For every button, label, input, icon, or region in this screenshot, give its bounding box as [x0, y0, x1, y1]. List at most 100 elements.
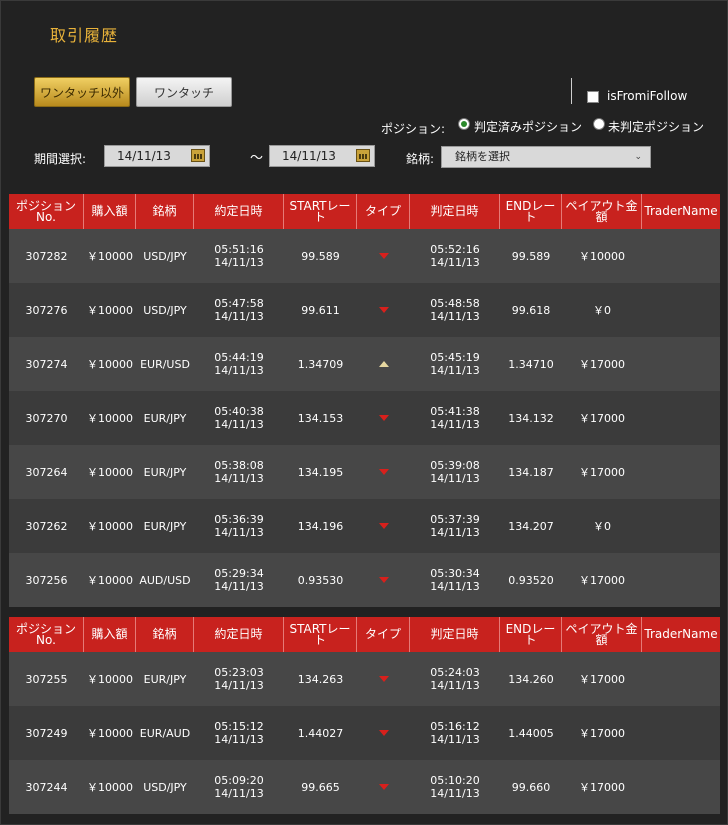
- cell-payout: ￥17000: [562, 337, 642, 391]
- cell-payout: ￥10000: [562, 229, 642, 283]
- column-header-exec-datetime: 約定日時: [194, 617, 284, 652]
- period-label: 期間選択:: [34, 152, 87, 166]
- judge-datetime-stack: 05:24:03 14/11/13: [430, 666, 479, 692]
- exec-datetime-stack: 05:09:20 14/11/13: [214, 774, 263, 800]
- cell-amount: ￥10000: [84, 391, 136, 445]
- cell-amount: ￥10000: [84, 499, 136, 553]
- amount-value: ￥10000: [87, 726, 133, 740]
- payout-value: ￥0: [593, 519, 611, 533]
- cell-judge-datetime: 05:37:39 14/11/13: [410, 499, 500, 553]
- amount-value: ￥10000: [87, 303, 133, 317]
- end-rate-value: 99.589: [511, 249, 551, 263]
- column-header-judge-datetime: 判定日時: [410, 194, 500, 229]
- end-rate-value: 99.660: [511, 780, 551, 794]
- cell-trader-name: [642, 337, 720, 391]
- judge-datetime-date: 14/11/13: [430, 580, 480, 593]
- symbol-select[interactable]: 銘柄を選択 ⌄: [441, 146, 651, 168]
- calendar-icon[interactable]: [191, 149, 205, 162]
- cell-exec-datetime: 05:29:34 14/11/13: [194, 553, 284, 607]
- column-header-trader-name: TraderName: [644, 627, 718, 641]
- cell-symbol: USD/JPY: [136, 283, 194, 337]
- exec-datetime-time: 05:40:38: [214, 405, 264, 418]
- start-rate-value: 134.196: [297, 519, 344, 533]
- table-row[interactable]: 307274 ￥10000 EUR/USD 05:44:19 14/11/13 1.347…: [9, 337, 720, 391]
- table-row[interactable]: 307255 ￥10000 EUR/JPY 05:23:03 14/11/13 134.2…: [9, 652, 720, 706]
- end-rate-value: 1.44005: [508, 726, 554, 740]
- is-from-ifollow-checkbox[interactable]: [587, 91, 599, 103]
- table-row[interactable]: 307276 ￥10000 USD/JPY 05:47:58 14/11/13 99.61…: [9, 283, 720, 337]
- radio-settled-position[interactable]: [458, 118, 470, 130]
- symbol-value: AUD/USD: [139, 573, 191, 587]
- judge-datetime-stack: 05:16:12 14/11/13: [430, 720, 479, 746]
- cell-end-rate: 99.618: [500, 283, 562, 337]
- judge-datetime-time: 05:24:03: [430, 666, 480, 679]
- cell-start-rate: 134.195: [284, 445, 357, 499]
- arrow-up-icon: [378, 361, 389, 367]
- date-to-value: 14/11/13: [282, 149, 336, 163]
- arrow-down-icon: [378, 253, 389, 259]
- cell-judge-datetime: 05:16:12 14/11/13: [410, 706, 500, 760]
- is-from-ifollow-label: isFromiFollow: [607, 89, 688, 103]
- exec-datetime-stack: 05:38:08 14/11/13: [214, 459, 263, 485]
- payout-value: ￥17000: [579, 672, 625, 686]
- cell-exec-datetime: 05:23:03 14/11/13: [194, 652, 284, 706]
- judge-datetime-date: 14/11/13: [430, 418, 480, 431]
- cell-end-rate: 99.589: [500, 229, 562, 283]
- amount-value: ￥10000: [87, 519, 133, 533]
- exec-datetime-time: 05:29:34: [214, 567, 264, 580]
- column-header-trader-name: TraderName: [644, 204, 718, 218]
- symbol-value: EUR/JPY: [143, 465, 187, 479]
- cell-exec-datetime: 05:09:20 14/11/13: [194, 760, 284, 814]
- judge-datetime-time: 05:30:34: [430, 567, 480, 580]
- column-header-position-no: ポジション No.: [9, 617, 84, 652]
- table-row[interactable]: 307282 ￥10000 USD/JPY 05:51:16 14/11/13 99.58…: [9, 229, 720, 283]
- cell-judge-datetime: 05:30:34 14/11/13: [410, 553, 500, 607]
- cell-trader-name: [642, 499, 720, 553]
- table-header: ポジション No. 購入額 銘柄 約定日時 STARTレー トタイプ 判定日時 ENDレー …: [9, 617, 720, 652]
- cell-amount: ￥10000: [84, 337, 136, 391]
- judge-datetime-date: 14/11/13: [430, 526, 480, 539]
- divider: [571, 78, 572, 104]
- table-row[interactable]: 307249 ￥10000 EUR/AUD 05:15:12 14/11/13 1.440…: [9, 706, 720, 760]
- cell-end-rate: 134.207: [500, 499, 562, 553]
- tab-non-one-touch[interactable]: ワンタッチ以外: [34, 77, 130, 107]
- date-to-input[interactable]: 14/11/13: [269, 145, 375, 167]
- cell-exec-datetime: 05:44:19 14/11/13: [194, 337, 284, 391]
- exec-datetime-date: 14/11/13: [214, 733, 264, 746]
- table-row[interactable]: 307262 ￥10000 EUR/JPY 05:36:39 14/11/13 134.1…: [9, 499, 720, 553]
- cell-payout: ￥17000: [562, 760, 642, 814]
- cell-end-rate: 0.93520: [500, 553, 562, 607]
- judge-datetime-time: 05:52:16: [430, 243, 480, 256]
- table-row[interactable]: 307244 ￥10000 USD/JPY 05:09:20 14/11/13 99.66…: [9, 760, 720, 814]
- judge-datetime-stack: 05:30:34 14/11/13: [430, 567, 479, 593]
- column-header-type: タイプ: [357, 617, 410, 652]
- start-rate-value: 1.34709: [297, 357, 344, 371]
- tab-one-touch[interactable]: ワンタッチ: [136, 77, 232, 107]
- judge-datetime-date: 14/11/13: [430, 472, 480, 485]
- cell-payout: ￥17000: [562, 706, 642, 760]
- radio-unsettled-position[interactable]: [593, 118, 605, 130]
- column-header-payout: ペイアウト金 額: [562, 617, 642, 652]
- table-row[interactable]: 307270 ￥10000 EUR/JPY 05:40:38 14/11/13 134.1…: [9, 391, 720, 445]
- judge-datetime-time: 05:10:20: [430, 774, 480, 787]
- exec-datetime-stack: 05:44:19 14/11/13: [214, 351, 263, 377]
- cell-type: [357, 706, 410, 760]
- cell-exec-datetime: 05:36:39 14/11/13: [194, 499, 284, 553]
- cell-type: [357, 760, 410, 814]
- exec-datetime-date: 14/11/13: [214, 787, 264, 800]
- judge-datetime-time: 05:48:58: [430, 297, 480, 310]
- symbol-value: EUR/JPY: [143, 411, 187, 425]
- cell-end-rate: 99.660: [500, 760, 562, 814]
- end-rate-value: 134.132: [508, 411, 554, 425]
- column-header-start-rate: STARTレー ト: [284, 617, 357, 652]
- calendar-icon[interactable]: [356, 149, 370, 162]
- exec-datetime-stack: 05:40:38 14/11/13: [214, 405, 263, 431]
- symbol-select-value: 銘柄を選択: [455, 150, 510, 163]
- date-from-input[interactable]: 14/11/13: [104, 145, 210, 167]
- exec-datetime-date: 14/11/13: [214, 679, 264, 692]
- column-header-exec-datetime: 約定日時: [194, 194, 284, 229]
- table-row[interactable]: 307256 ￥10000 AUD/USD 05:29:34 14/11/13 0.935…: [9, 553, 720, 607]
- table-row[interactable]: 307264 ￥10000 EUR/JPY 05:38:08 14/11/13 134.1…: [9, 445, 720, 499]
- arrow-down-icon: [378, 676, 389, 682]
- end-rate-value: 134.187: [508, 465, 554, 479]
